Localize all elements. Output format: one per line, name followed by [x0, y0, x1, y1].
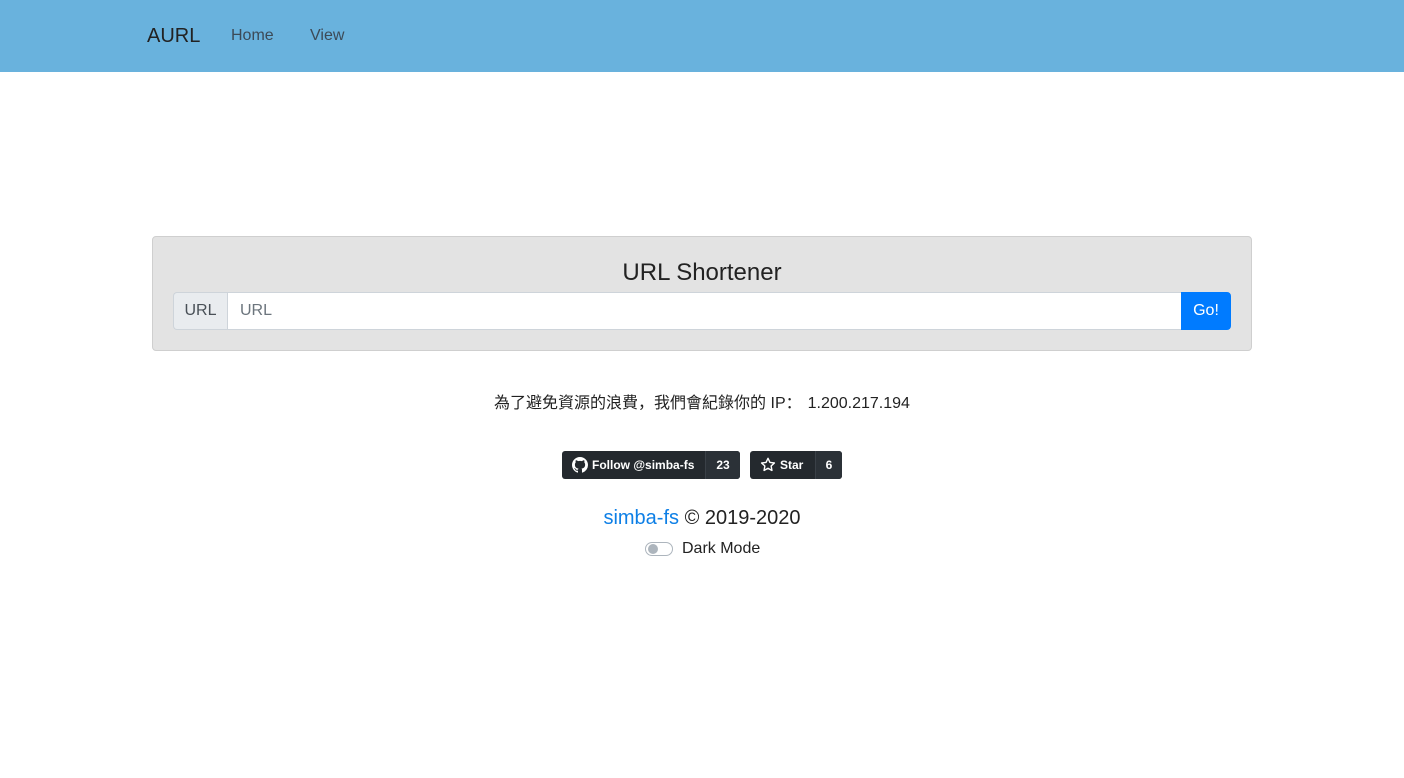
go-button[interactable]: Go!	[1181, 292, 1231, 330]
ip-notice: 為了避免資源的浪費，我們會紀錄你的 IP： 1.200.217.194	[0, 394, 1404, 414]
github-star-button[interactable]: Star 6	[750, 451, 842, 479]
github-follow-count[interactable]: 23	[705, 451, 740, 479]
copyright-text: © 2019-2020	[684, 507, 801, 529]
nav-view-link[interactable]: View	[310, 26, 344, 46]
ip-address: 1.200.217.194	[807, 395, 910, 412]
dark-mode-switch[interactable]	[645, 542, 673, 556]
switch-knob	[648, 544, 658, 554]
url-input-group: URL Go!	[173, 292, 1231, 330]
nav-home-link[interactable]: Home	[231, 26, 274, 46]
author-link[interactable]: simba-fs	[603, 507, 679, 529]
dark-mode-label[interactable]: Dark Mode	[682, 540, 760, 558]
url-prepend-label: URL	[173, 292, 227, 330]
github-star-count[interactable]: 6	[815, 451, 842, 479]
ip-notice-text: 為了避免資源的浪費，我們會紀錄你的 IP：	[494, 395, 802, 412]
github-follow-main: Follow @simba-fs	[562, 451, 705, 479]
star-icon	[760, 457, 780, 473]
dark-mode-toggle[interactable]: Dark Mode	[645, 539, 760, 559]
github-icon	[572, 457, 592, 473]
shortener-panel: URL Shortener URL Go!	[152, 236, 1252, 351]
github-follow-button[interactable]: Follow @simba-fs 23	[562, 451, 740, 479]
top-navbar: AURL Home View	[0, 0, 1404, 72]
github-star-label: Star	[780, 458, 804, 472]
shortener-title: URL Shortener	[622, 259, 782, 286]
brand-link[interactable]: AURL	[147, 22, 200, 50]
url-input[interactable]	[227, 292, 1182, 330]
github-follow-label: Follow @simba-fs	[592, 458, 695, 472]
github-star-main: Star	[750, 451, 815, 479]
footer-copyright: simba-fs © 2019-2020	[0, 505, 1404, 531]
